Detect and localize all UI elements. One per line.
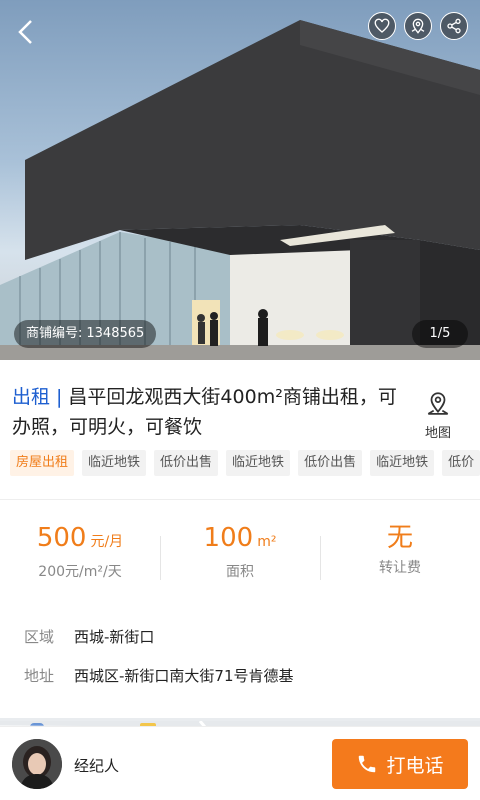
rent-value: 500 [36,523,87,553]
address-value: 西城区-新街口南大街71号肯德基 [74,667,294,685]
shop-code-value: 1348565 [86,326,145,341]
tag-item: 低价出售 [298,450,363,476]
agent-avatar[interactable] [12,739,62,789]
call-button[interactable]: 打电话 [332,739,468,789]
phone-icon [359,755,376,773]
tag-item: 临近地铁 [82,450,147,476]
shop-code-label: 商铺编号: [26,326,83,341]
shop-code-badge: 商铺编号: 1348565 [14,320,157,348]
address-row: 地址 西城区-新街口南大街71号肯德基 [24,665,294,686]
heart-icon [374,18,390,33]
listing-detail-page: 商铺编号: 1348565 1/5 出租 | 昌平回龙观西大街400m²商铺出租，可… [0,0,480,800]
district-value: 西城-新街口 [74,628,155,646]
area-label: 面积 [226,564,254,580]
hero-photo[interactable]: 商铺编号: 1348565 1/5 [0,0,480,360]
tag-item: 低价出售 [154,450,219,476]
call-label: 打电话 [386,754,444,777]
listing-title-text: 昌平回龙观西大街400m²商铺出租，可办照，可明火，可餐饮 [12,386,397,438]
location-button[interactable] [404,12,432,40]
divider [0,499,480,500]
tag-list: 房屋出租 临近地铁 低价出售 临近地铁 低价出售 临近地铁 低价 [10,450,480,476]
rent-unit: 元/月 [90,534,124,550]
top-action-group [368,12,468,40]
area-value: 100 [203,523,254,553]
rent-price: 500 元/月 [0,520,160,560]
area-stat: 100 m² 面积 [160,520,320,590]
rent-daily-price: 200元/m²/天 [38,564,122,580]
listing-title-block: 出租 | 昌平回龙观西大街400m²商铺出租，可办照，可明火，可餐饮 地图 [0,360,480,450]
area-unit: m² [257,534,277,550]
map-pin-icon [427,392,449,415]
map-label: 地图 [424,426,451,441]
transfer-fee-label: 转让费 [379,560,421,576]
bottom-action-bar: 经纪人 打电话 [0,726,480,800]
address-label: 地址 [24,667,55,685]
listing-title: 出租 | 昌平回龙观西大街400m²商铺出租，可办照，可明火，可餐饮 [12,382,408,442]
back-arrow-icon [18,20,32,44]
tag-item: 低价 [442,450,480,476]
tag-item: 临近地铁 [370,450,435,476]
stats-row: 500 元/月 200元/m²/天 100 m² 面积 无 转让费 [0,520,480,590]
tag-item: 临近地铁 [226,450,291,476]
tag-item: 房屋出租 [10,450,75,476]
back-button[interactable] [10,14,40,50]
spacer [0,606,480,616]
agent-label: 经纪人 [74,757,120,775]
share-button[interactable] [440,12,468,40]
share-icon [447,18,461,34]
agent-avatar-image [12,739,62,789]
favorite-button[interactable] [368,12,396,40]
photo-counter: 1/5 [412,320,468,348]
transfer-fee-value: 无 [386,523,413,553]
pin-icon [411,18,425,34]
map-button[interactable]: 地图 [418,390,458,441]
district-row: 区域 西城-新街口 [24,626,154,647]
transfer-fee-stat: 无 转让费 [320,520,480,590]
area-value-line: 100 m² [160,520,320,560]
rent-stat: 500 元/月 200元/m²/天 [0,520,160,590]
building-photo [0,20,480,360]
district-label: 区域 [24,628,55,646]
title-separator: | [56,386,63,408]
listing-type: 出租 [12,386,51,408]
